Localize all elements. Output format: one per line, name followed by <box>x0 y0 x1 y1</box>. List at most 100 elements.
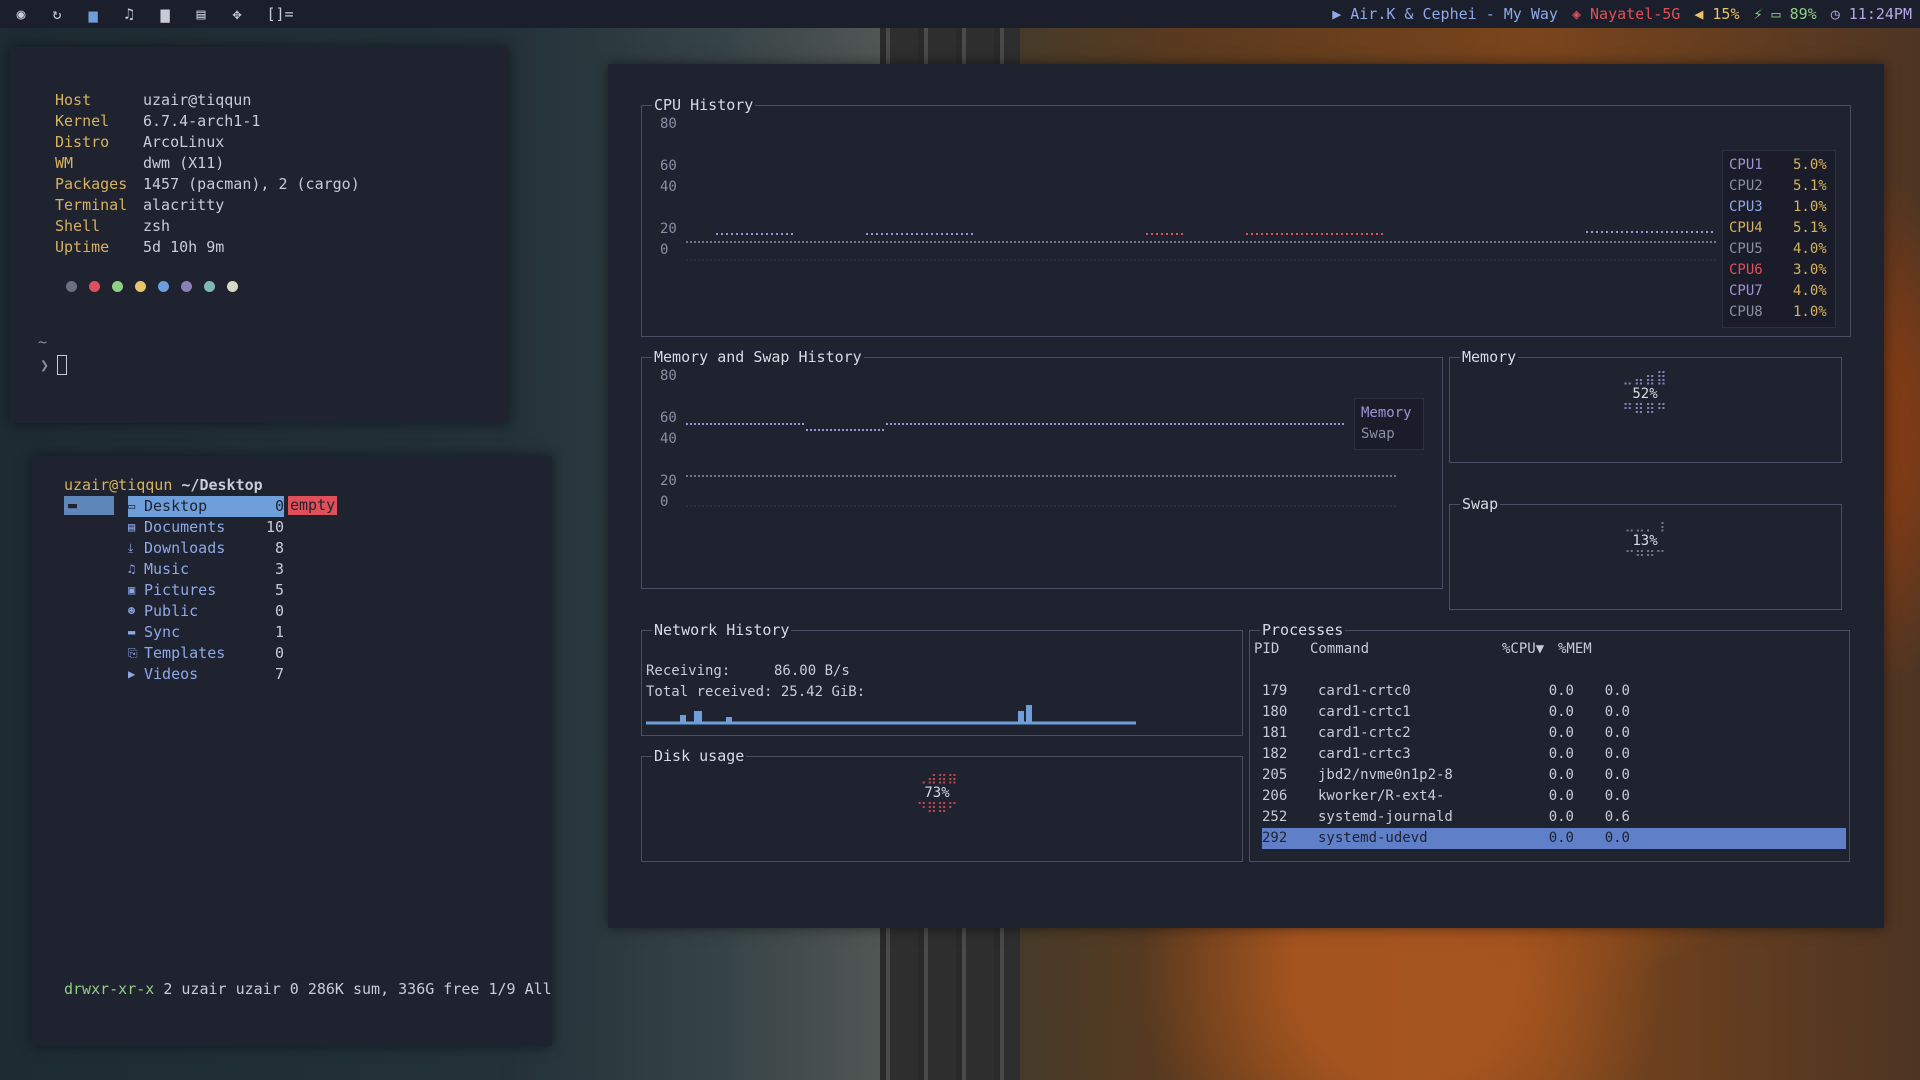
proc-cpu: 0.0 <box>1548 809 1574 825</box>
file-manager-window[interactable]: uzair@tiqqun ~/Desktop ▬ uz. ▭ Desktop 0 ▤ D… <box>32 456 552 1046</box>
cpu-name: CPU2 <box>1729 178 1763 194</box>
proc-cpu: 0.0 <box>1548 830 1574 846</box>
color-dot <box>66 281 77 292</box>
folder-icon[interactable]: ▅ <box>80 5 106 23</box>
process-row[interactable]: 206 kworker/R-ext4- 0.0 0.0 <box>1262 786 1846 807</box>
wifi-ssid: Nayatel-5G <box>1590 5 1681 23</box>
cpu-history-box: CPU History 80 60 40 20 0 CPU1 5.0% CPU2 5.… <box>641 96 1851 337</box>
fm-entry-count: 0 <box>274 644 284 662</box>
net-total-value: 25.42 GiB: <box>780 684 866 700</box>
layout-icon[interactable]: []= <box>260 5 300 23</box>
proc-pid: 182 <box>1262 746 1288 762</box>
workspace-tags: ◉ ↻ ▅ ♫ ▆ ▤ ✥ []= <box>0 5 300 23</box>
cpu-usage: 5.0% <box>1793 157 1827 173</box>
wifi-status[interactable]: ◈ Nayatel-5G <box>1572 5 1680 23</box>
fm-status-info: 2 uzair uzair 0 286K sum, 336G free 1/9 … <box>154 980 552 998</box>
proc-pid: 205 <box>1262 767 1288 783</box>
fm-entry-count: 0 <box>274 497 284 515</box>
fm-entry-pictures[interactable]: ▣ Pictures 5 <box>128 580 284 601</box>
memory-gauge-value: 52% <box>1632 386 1658 402</box>
text-cursor <box>57 355 68 375</box>
music-icon[interactable]: ♫ <box>116 5 142 23</box>
fm-entry-documents[interactable]: ▤ Documents 10 <box>128 517 284 538</box>
process-row[interactable]: 205 jbd2/nvme0n1p2-8 0.0 0.0 <box>1262 765 1846 786</box>
volume-status[interactable]: ◀ 15% <box>1694 5 1739 23</box>
sysinfo-key: Distro <box>55 133 110 151</box>
cpu-usage: 1.0% <box>1793 304 1827 320</box>
proc-col-cpu[interactable]: %CPU▼ <box>1502 641 1558 657</box>
cpu-legend-row: CPU2 5.1% <box>1729 176 1829 197</box>
terminal-window-fetch[interactable]: Host uzair@tiqqun Kernel 6.7.4-arch1-1 Dis… <box>10 47 508 423</box>
proc-col-mem[interactable]: %MEM <box>1558 641 1614 657</box>
mem-legend-swap: Swap <box>1361 426 1395 442</box>
color-dot <box>181 281 192 292</box>
fm-entry-count: 7 <box>274 665 284 683</box>
status-modules: ▶ Air.K & Cephei - My Way ◈ Nayatel-5G ◀… <box>1332 5 1920 23</box>
arch-icon[interactable]: ◉ <box>8 5 34 23</box>
network-stats: Receiving: 86.00 B/s Total received: 25.4… <box>646 661 865 703</box>
process-row[interactable]: 181 card1-crtc2 0.0 0.0 <box>1262 723 1846 744</box>
cpu-name: CPU4 <box>1729 220 1763 236</box>
fm-entry-sync[interactable]: ▬ Sync 1 <box>128 622 284 643</box>
sync-icon: ▬ <box>128 625 136 639</box>
color-dot <box>89 281 100 292</box>
fm-entry-music[interactable]: ♫ Music 3 <box>128 559 284 580</box>
cpu-name: CPU6 <box>1729 262 1763 278</box>
battery-status: ⚡ ▭ 89% <box>1753 5 1817 23</box>
process-row[interactable]: 180 card1-crtc1 0.0 0.0 <box>1262 702 1846 723</box>
fm-entry-desktop[interactable]: ▭ Desktop 0 <box>128 496 284 517</box>
downloads-icon: ⤓ <box>128 541 134 555</box>
color-dot <box>204 281 215 292</box>
grid-icon[interactable]: ✥ <box>224 5 250 23</box>
disk-gauge: ⢀⣴⣶⣶ 73% ⠙⠿⠿⠋ <box>902 769 972 817</box>
fm-parent-dir[interactable]: ▬ uz. <box>64 496 114 533</box>
sysinfo-key: Uptime <box>55 238 110 256</box>
now-playing[interactable]: ▶ Air.K & Cephei - My Way <box>1332 5 1558 23</box>
memory-box: Memory ⣀⣤⣶⣿ 52% ⠛⠿⠿⠛ <box>1449 348 1842 463</box>
fm-path: uzair@tiqqun ~/Desktop <box>64 476 263 494</box>
proc-col-pid[interactable]: PID <box>1254 641 1310 657</box>
process-row[interactable]: 179 card1-crtc0 0.0 0.0 <box>1262 681 1846 702</box>
btop-window[interactable]: CPU History 80 60 40 20 0 CPU1 5.0% CPU2 5.… <box>608 64 1884 928</box>
proc-pid: 252 <box>1262 809 1288 825</box>
fm-entry-name: Pictures <box>144 581 217 599</box>
proc-col-command[interactable]: Command <box>1310 641 1502 657</box>
proc-pid: 206 <box>1262 788 1288 804</box>
fm-file-list: ▭ Desktop 0 ▤ Documents 10 ⤓ Downloads 8 ♫ Music 3 ▣… <box>128 496 284 685</box>
fm-entry-name: Templates <box>144 644 226 662</box>
status-bar: ◉ ↻ ▅ ♫ ▆ ▤ ✥ []= ▶ Air.K & Cephei - My … <box>0 0 1920 28</box>
refresh-icon[interactable]: ↻ <box>44 5 70 23</box>
documents-icon: ▤ <box>128 520 136 534</box>
videos-icon: ▶ <box>128 667 136 681</box>
video-folder-icon[interactable]: ▆ <box>152 5 178 23</box>
process-row[interactable]: 252 systemd-journald 0.0 0.6 <box>1262 807 1846 828</box>
fm-entry-public[interactable]: ☻ Public 0 <box>128 601 284 622</box>
prompt-arrow-icon: ❯ <box>40 356 50 374</box>
document-icon[interactable]: ▤ <box>188 5 214 23</box>
fm-preview-empty: empty <box>288 496 338 515</box>
mem-tick: 80 <box>660 368 677 384</box>
fm-entry-count: 3 <box>274 560 284 578</box>
cpu-tick: 40 <box>660 179 677 195</box>
swap-box: Swap ⣀⣀⡀⢰ 13% ⠉⠛⠛⠉ <box>1449 495 1842 610</box>
sysinfo-row: WM dwm (X11) <box>55 153 360 174</box>
color-dot <box>112 281 123 292</box>
proc-mem: 0.0 <box>1604 683 1630 699</box>
network-spike <box>1026 705 1032 723</box>
proc-cpu: 0.0 <box>1548 683 1574 699</box>
shell-prompt[interactable]: ❯ <box>40 355 68 375</box>
fm-entry-downloads[interactable]: ⤓ Downloads 8 <box>128 538 284 559</box>
swap-title: Swap <box>1460 495 1501 513</box>
fm-entry-templates[interactable]: ⎘ Templates 0 <box>128 643 284 664</box>
cpu-usage: 4.0% <box>1793 241 1827 257</box>
cpu-name: CPU3 <box>1729 199 1763 215</box>
fm-entry-videos[interactable]: ▶ Videos 7 <box>128 664 284 685</box>
network-graph <box>646 705 1136 725</box>
process-row[interactable]: 182 card1-crtc3 0.0 0.0 <box>1262 744 1846 765</box>
clock: ◷ 11:24PM <box>1830 5 1912 23</box>
sysinfo-key: Packages <box>55 175 128 193</box>
mem-history-box: Memory and Swap History 80 60 40 20 0 Me… <box>641 348 1443 589</box>
fm-entry-name: Desktop <box>144 497 208 515</box>
disk-usage-box: Disk usage ⢀⣴⣶⣶ 73% ⠙⠿⠿⠋ <box>641 747 1243 862</box>
process-row[interactable]: 292 systemd-udevd 0.0 0.0 <box>1262 828 1846 849</box>
